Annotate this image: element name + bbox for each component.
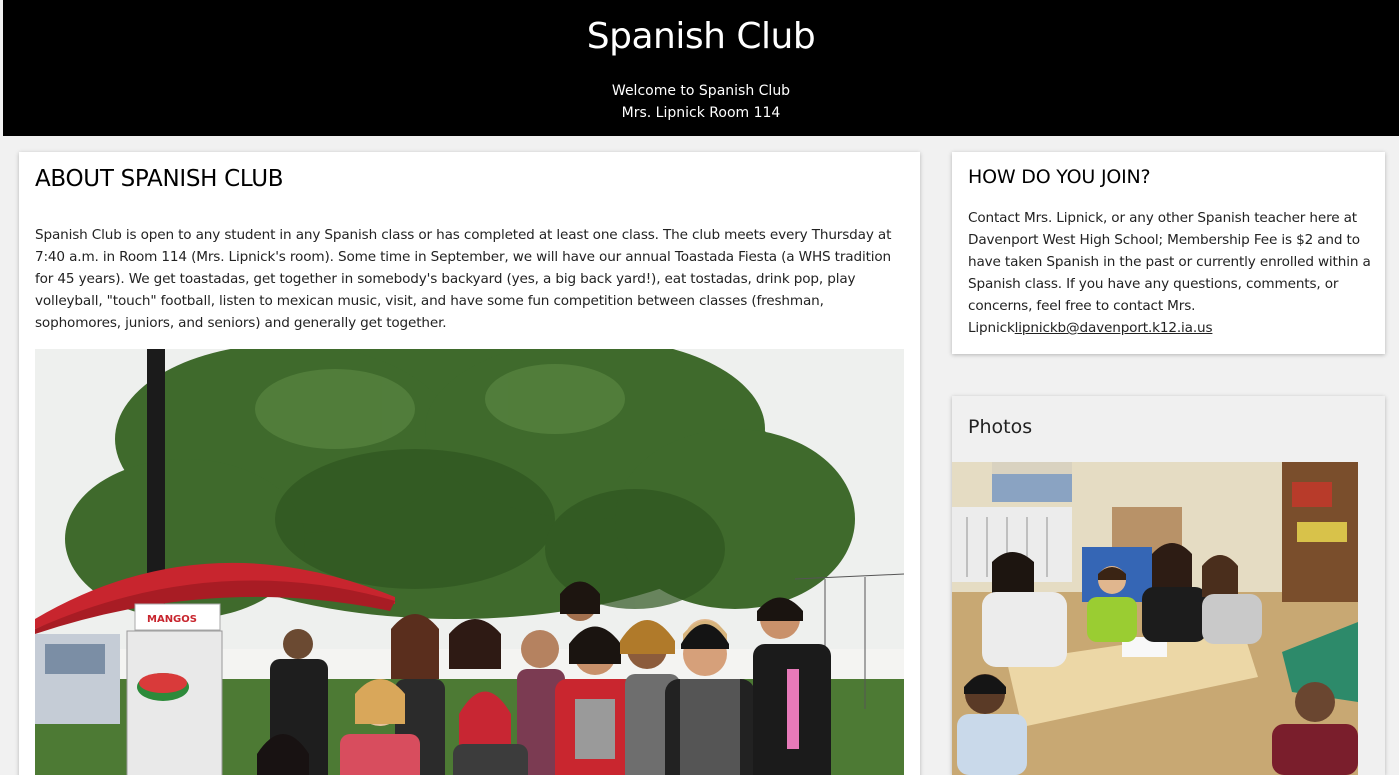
join-text: Contact Mrs. Lipnick, or any other Spani… [968,207,1373,339]
join-body: Contact Mrs. Lipnick, or any other Spani… [968,210,1371,336]
join-heading: HOW DO YOU JOIN? [968,166,1151,188]
classroom-photo-art [952,462,1358,775]
classroom-photo[interactable] [952,462,1358,775]
welcome-line: Welcome to Spanish Club [611,83,791,99]
photos-card: Photos [952,396,1385,775]
header-subtitle: Welcome to Spanish Club Mrs. Lipnick Roo… [3,80,1399,124]
site-header: Spanish Club Welcome to Spanish Club Mrs… [3,0,1399,136]
about-text: Spanish Club is open to any student in a… [35,227,892,331]
about-card: ABOUT SPANISH CLUB Spanish Club is open … [19,152,920,775]
room-line: Mrs. Lipnick Room 114 [621,105,781,121]
site-title: Spanish Club [586,16,816,57]
photos-heading: Photos [968,416,1033,438]
about-heading: ABOUT SPANISH CLUB [35,166,284,192]
contact-email-link[interactable]: lipnickb@davenport.k12.ia.us [1015,320,1213,336]
umbrella-sign: MANGOS [147,614,197,625]
club-group-photo-art: MANGOS [35,349,904,775]
club-group-photo: MANGOS [35,349,904,775]
join-card: HOW DO YOU JOIN? Contact Mrs. Lipnick, o… [952,152,1385,354]
